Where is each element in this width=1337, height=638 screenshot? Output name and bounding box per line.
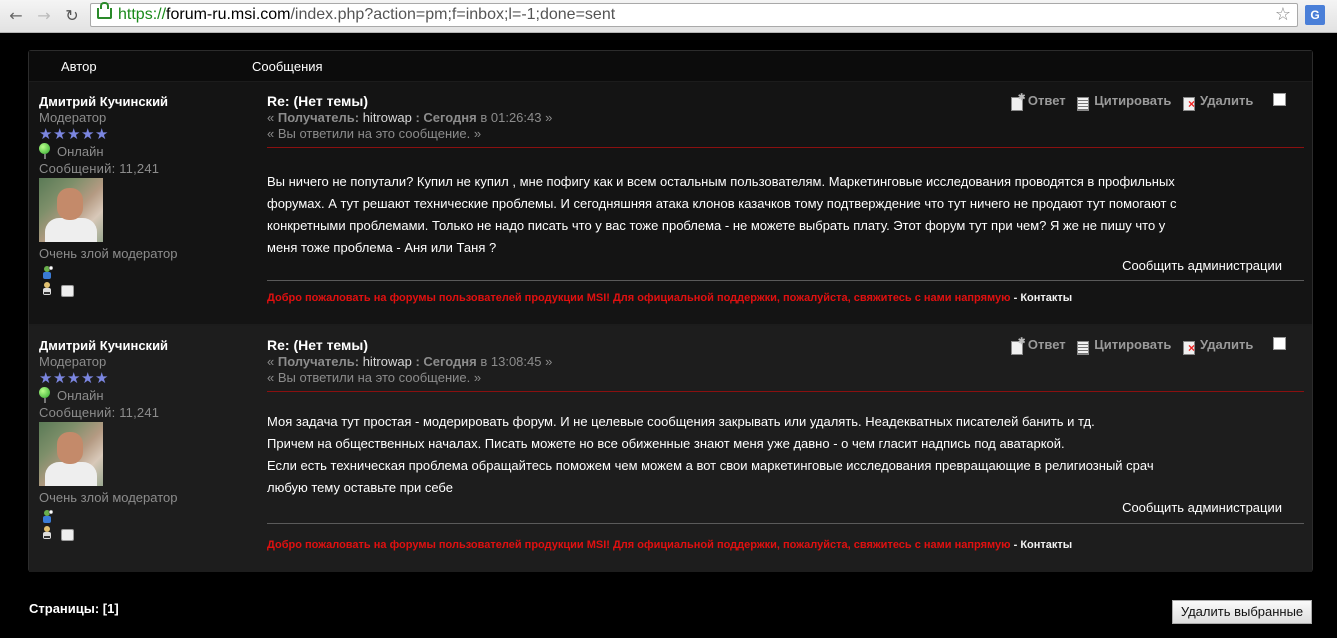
quote-button[interactable]: Цитировать (1077, 337, 1171, 355)
signature: Добро пожаловать на форумы пользователей… (267, 292, 1073, 304)
delete-button[interactable]: Удалить (1183, 337, 1253, 355)
profile-icon[interactable] (41, 509, 53, 523)
back-arrow-icon[interactable]: ← (6, 6, 26, 26)
post-content: Re: (Нет темы) « Получатель: hitrowap : … (267, 326, 1304, 572)
body-line: форумах. А тут решают технические пробле… (267, 196, 1177, 211)
star-icon: ★ (67, 370, 81, 387)
author-name[interactable]: Дмитрий Кучинский (39, 94, 239, 109)
send-message-icon[interactable] (61, 285, 74, 297)
author-name[interactable]: Дмитрий Кучинский (39, 338, 239, 353)
star-icon: ★ (95, 370, 109, 387)
quote-icon (1077, 341, 1090, 355)
pagination[interactable]: Страницы: [1] (29, 601, 119, 616)
post-count: Сообщений: 11,241 (39, 405, 160, 420)
avatar (39, 178, 103, 242)
star-icon: ★ (67, 126, 81, 143)
signature-divider (267, 280, 1304, 281)
url-text: https://forum-ru.msi.com/index.php?actio… (118, 6, 616, 23)
author-role: Модератор (39, 354, 107, 369)
recipient-link[interactable]: hitrowap (363, 354, 412, 369)
delete-icon (1183, 97, 1195, 111)
post-meta: « Получатель: hitrowap : Сегодня в 13:08… (267, 354, 553, 369)
star-icon: ★ (53, 370, 67, 387)
message-post: Дмитрий Кучинский Модератор ★★★★★ Онлайн… (29, 326, 1312, 572)
post-content: Re: (Нет темы) « Получатель: hitrowap : … (267, 82, 1304, 324)
reload-icon[interactable]: ↻ (62, 6, 82, 26)
avatar (39, 422, 103, 486)
reply-icon (1010, 92, 1025, 111)
messages-column-header: Сообщения (252, 59, 323, 74)
signature-divider (267, 523, 1304, 524)
select-checkbox[interactable] (1273, 337, 1286, 351)
reply-button[interactable]: Ответ (1010, 92, 1066, 111)
quote-icon (1077, 97, 1090, 111)
profile-icon[interactable] (41, 265, 53, 279)
report-to-moderator-link[interactable]: Сообщить администрации (1122, 258, 1282, 273)
reply-button[interactable]: Ответ (1010, 336, 1066, 355)
star-icon: ★ (39, 126, 53, 143)
personal-text: Очень злой модератор (39, 246, 178, 261)
post-body: Вы ничего не попутали? Купил не купил , … (267, 171, 1304, 259)
online-indicator-icon (39, 143, 50, 154)
post-actions: Ответ Цитировать Удалить (1003, 92, 1286, 111)
delete-selected-button[interactable]: Удалить выбранные (1172, 600, 1312, 624)
lock-icon (97, 2, 112, 19)
delete-icon (1183, 341, 1195, 355)
pm-container: Автор Сообщения Дмитрий Кучинский Модера… (28, 50, 1313, 572)
body-line: Моя задача тут простая - модерировать фо… (267, 414, 1095, 429)
signature: Добро пожаловать на форумы пользователей… (267, 539, 1073, 551)
user-icon[interactable] (41, 525, 53, 539)
star-icon: ★ (53, 126, 67, 143)
report-to-moderator-link[interactable]: Сообщить администрации (1122, 500, 1282, 515)
profile-icons (39, 265, 239, 301)
browser-toolbar: ← → ↻ https://forum-ru.msi.com/index.php… (0, 0, 1337, 33)
star-icon: ★ (39, 370, 53, 387)
star-icon: ★ (81, 126, 95, 143)
author-info: Дмитрий Кучинский Модератор ★★★★★ Онлайн… (39, 94, 239, 301)
post-meta: « Получатель: hitrowap : Сегодня в 01:26… (267, 110, 553, 125)
header-divider (267, 391, 1304, 392)
quote-button[interactable]: Цитировать (1077, 93, 1171, 111)
body-line: конкретными проблемами. Только не надо п… (267, 218, 1166, 233)
post-subject[interactable]: Re: (Нет темы) (267, 93, 368, 109)
profile-icons (39, 509, 239, 545)
star-icon: ★ (95, 126, 109, 143)
header-divider (267, 147, 1304, 148)
select-checkbox[interactable] (1273, 93, 1286, 107)
send-message-icon[interactable] (61, 529, 74, 541)
body-line: Если есть техническая проблема обращайте… (267, 458, 1154, 473)
post-count: Сообщений: 11,241 (39, 161, 160, 176)
replied-note: « Вы ответили на это сообщение. » (267, 370, 482, 385)
user-icon[interactable] (41, 281, 53, 295)
table-header: Автор Сообщения (29, 51, 1312, 81)
recipient-link[interactable]: hitrowap (363, 110, 412, 125)
post-body: Моя задача тут простая - модерировать фо… (267, 411, 1304, 499)
body-line: Причем на общественных началах. Писать м… (267, 436, 1065, 451)
online-status: Онлайн (39, 387, 239, 405)
contacts-link[interactable]: Контакты (1020, 292, 1072, 304)
message-post: Дмитрий Кучинский Модератор ★★★★★ Онлайн… (29, 82, 1312, 324)
star-icon: ★ (81, 370, 95, 387)
reply-icon (1010, 336, 1025, 355)
forward-arrow-icon[interactable]: → (34, 6, 54, 26)
author-info: Дмитрий Кучинский Модератор ★★★★★ Онлайн… (39, 338, 239, 545)
body-line: Вы ничего не попутали? Купил не купил , … (267, 174, 1175, 189)
post-actions: Ответ Цитировать Удалить (1003, 336, 1286, 355)
contacts-link[interactable]: Контакты (1020, 539, 1072, 551)
body-line: любую тему оставьте при себе (267, 480, 453, 495)
replied-note: « Вы ответили на это сообщение. » (267, 126, 482, 141)
body-line: меня тоже проблема - Аня или Таня ? (267, 240, 497, 255)
author-role: Модератор (39, 110, 107, 125)
post-subject[interactable]: Re: (Нет темы) (267, 337, 368, 353)
online-indicator-icon (39, 387, 50, 398)
online-status: Онлайн (39, 143, 239, 161)
rank-stars: ★★★★★ (39, 370, 239, 386)
address-bar[interactable]: https://forum-ru.msi.com/index.php?actio… (90, 2, 1298, 27)
google-translate-icon[interactable]: G (1305, 5, 1325, 25)
delete-button[interactable]: Удалить (1183, 93, 1253, 111)
rank-stars: ★★★★★ (39, 126, 239, 142)
personal-text: Очень злой модератор (39, 490, 178, 505)
author-column-header: Автор (61, 59, 97, 74)
bookmark-star-icon[interactable]: ☆ (1275, 4, 1291, 25)
